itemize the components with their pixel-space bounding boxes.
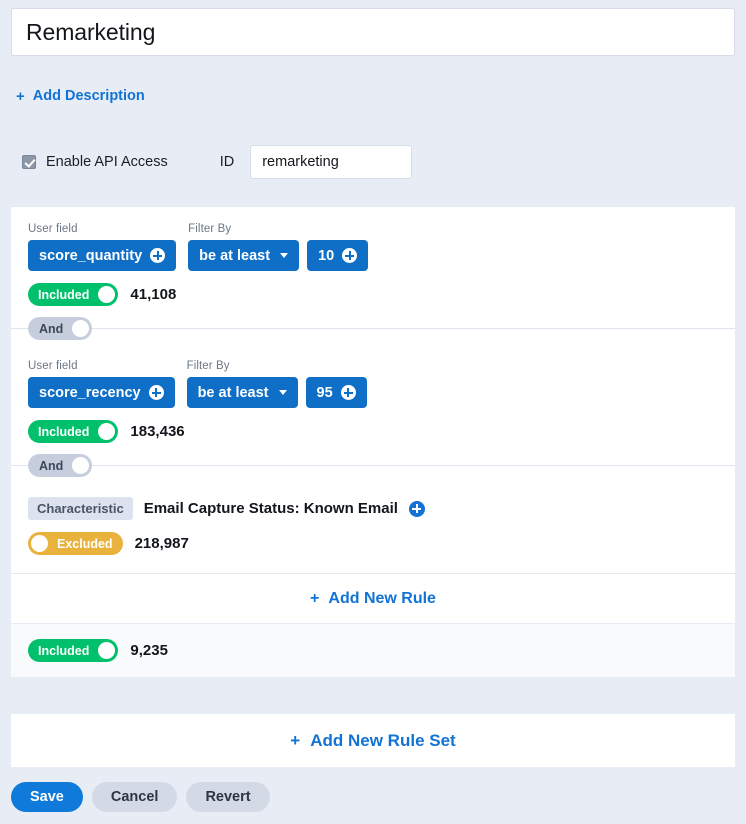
rule-count: 183,436: [130, 423, 185, 440]
include-exclude-label: Included: [38, 287, 90, 302]
rule-status-row: Included 41,108: [28, 283, 735, 306]
filter-operator-select[interactable]: be at least: [188, 240, 300, 271]
plus-icon: +: [290, 730, 301, 750]
cancel-button[interactable]: Cancel: [91, 782, 178, 812]
rule-builder-page: Remarketing + Add Description Enable API…: [0, 0, 746, 824]
rule-status-row: Excluded 218,987: [28, 532, 735, 555]
rule-set-card: User field score_quantity Filter By be a…: [11, 207, 735, 677]
filter-threshold-button[interactable]: 95: [305, 377, 367, 408]
plus-circle-icon[interactable]: [150, 248, 166, 263]
and-or-toggle[interactable]: And: [28, 454, 93, 477]
summary-include-exclude-toggle[interactable]: Included: [28, 639, 119, 662]
plus-circle-icon[interactable]: [148, 385, 164, 400]
filter-by-label: Filter By: [188, 223, 232, 235]
add-new-rule-set-button[interactable]: + Add New Rule Set: [11, 714, 735, 767]
plus-circle-icon[interactable]: [408, 500, 425, 517]
user-field-group: User field score_recency: [28, 360, 175, 408]
toggle-knob: [98, 423, 116, 440]
divider-line: [11, 328, 735, 329]
include-exclude-toggle[interactable]: Excluded: [28, 532, 123, 555]
filter-threshold-value: 95: [316, 384, 333, 401]
segment-title-text: Remarketing: [26, 18, 156, 45]
summary-status-label: Included: [38, 643, 90, 658]
chevron-down-icon: [278, 390, 287, 395]
filter-by-group: Filter By be at least 10: [188, 223, 369, 271]
footer-actions: Save Cancel Revert: [11, 782, 270, 812]
characteristic-row: Characteristic Email Capture Status: Kno…: [28, 497, 735, 520]
api-access-row: Enable API Access ID remarketing: [22, 145, 413, 179]
user-field-value: score_quantity: [39, 247, 143, 264]
filter-operator-value: be at least: [199, 247, 271, 264]
rule-status-row: Included 183,436: [28, 420, 735, 443]
and-or-label: And: [39, 458, 64, 473]
rule-connector: And: [11, 314, 735, 344]
user-field-button[interactable]: score_quantity: [28, 240, 177, 271]
revert-button[interactable]: Revert: [186, 782, 270, 812]
rule-row: User field score_recency Filter By be at…: [11, 344, 735, 481]
id-label: ID: [219, 154, 235, 170]
toggle-knob: [98, 286, 116, 303]
add-new-rule-label: Add New Rule: [328, 589, 436, 607]
rule-count: 41,108: [130, 286, 177, 303]
include-exclude-label: Included: [38, 424, 90, 439]
filter-by-group: Filter By be at least 95: [186, 360, 367, 408]
toggle-knob: [31, 535, 48, 552]
enable-api-access-checkbox[interactable]: [22, 155, 36, 169]
characteristic-tag: Characteristic: [28, 497, 133, 520]
user-field-label: User field: [28, 360, 78, 372]
enable-api-access-label: Enable API Access: [46, 154, 168, 170]
rule-count: 218,987: [134, 535, 189, 552]
divider-line: [11, 465, 735, 466]
user-field-group: User field score_quantity: [28, 223, 177, 271]
filter-threshold-button[interactable]: 10: [307, 240, 369, 271]
filter-by-label: Filter By: [186, 360, 230, 372]
add-new-rule-button[interactable]: + Add New Rule: [11, 573, 735, 623]
user-field-label: User field: [28, 223, 78, 235]
summary-count: 9,235: [130, 642, 168, 659]
include-exclude-label: Excluded: [57, 536, 113, 551]
plus-icon: +: [16, 87, 25, 105]
filter-operator-value: be at least: [197, 384, 269, 401]
user-field-button[interactable]: score_recency: [28, 377, 175, 408]
rule-connector: And: [11, 451, 735, 481]
filter-operator-select[interactable]: be at least: [186, 377, 298, 408]
id-input[interactable]: remarketing: [250, 145, 413, 179]
rule-set-summary: Included 9,235: [11, 623, 735, 677]
toggle-knob: [72, 457, 90, 474]
toggle-knob: [72, 320, 90, 337]
save-button[interactable]: Save: [11, 782, 83, 812]
add-description-button[interactable]: + Add Description: [16, 88, 145, 104]
rule-row: User field score_quantity Filter By be a…: [11, 207, 735, 344]
plus-circle-icon[interactable]: [342, 248, 358, 263]
plus-circle-icon[interactable]: [340, 385, 356, 400]
segment-title-input[interactable]: Remarketing: [11, 8, 735, 56]
include-exclude-toggle[interactable]: Included: [28, 283, 119, 306]
include-exclude-toggle[interactable]: Included: [28, 420, 119, 443]
rule-row: Characteristic Email Capture Status: Kno…: [11, 481, 735, 573]
toggle-knob: [98, 642, 116, 659]
and-or-label: And: [39, 321, 64, 336]
characteristic-text: Email Capture Status: Known Email: [143, 500, 398, 517]
add-description-label: Add Description: [32, 88, 145, 104]
chevron-down-icon: [280, 253, 289, 258]
add-new-rule-set-label: Add New Rule Set: [310, 730, 456, 750]
and-or-toggle[interactable]: And: [28, 317, 93, 340]
plus-icon: +: [310, 589, 320, 607]
user-field-value: score_recency: [39, 384, 141, 401]
filter-threshold-value: 10: [318, 247, 335, 264]
